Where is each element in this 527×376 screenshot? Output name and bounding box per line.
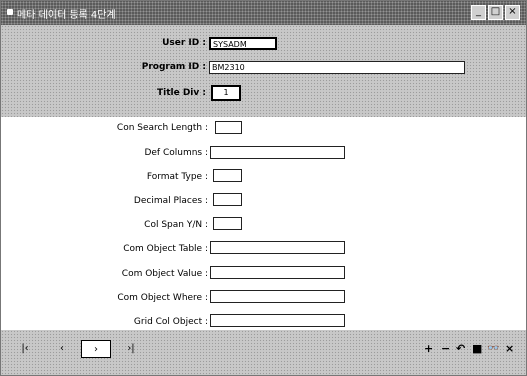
add-icon[interactable]: + [424, 342, 433, 356]
decimal-places-label: Decimal Places : [133, 196, 208, 206]
col-span-label: Col Span Y/N : [144, 220, 208, 230]
find-icon[interactable]: 👓 [487, 342, 499, 356]
com-object-where-label: Com Object Where : [117, 293, 208, 303]
grid-col-object-label: Grid Col Object : [133, 317, 208, 327]
save-icon[interactable]: ■ [472, 342, 482, 356]
com-object-value-label: Com Object Value : [121, 269, 208, 279]
con-search-length-label: Con Search Length : [116, 123, 208, 133]
com-object-table-field[interactable] [210, 241, 345, 254]
prev-record-button[interactable]: ‹ [55, 340, 69, 358]
title-div-label: Title Div : [156, 88, 206, 98]
header-panel: User ID : SYSADM Program ID : BM2310 Tit… [1, 25, 526, 117]
def-columns-label: Def Columns : [144, 148, 208, 158]
user-id-label: User ID : [162, 38, 206, 48]
format-type-label: Format Type : [146, 172, 208, 182]
title-bar[interactable]: 메타 데이터 등록 4단계 _ □ × [1, 1, 526, 25]
window-title: 메타 데이터 등록 4단계 [17, 10, 116, 21]
com-object-value-field[interactable] [210, 266, 345, 279]
close-icon[interactable]: × [505, 342, 514, 356]
user-id-field[interactable]: SYSADM [209, 37, 277, 50]
undo-icon[interactable]: ↶ [456, 342, 465, 356]
col-span-field[interactable] [213, 217, 242, 230]
maximize-button[interactable]: □ [488, 5, 503, 20]
com-object-table-label: Com Object Table : [123, 244, 208, 254]
minimize-button[interactable]: _ [471, 5, 486, 20]
grid-col-object-field[interactable] [210, 314, 345, 327]
com-object-where-field[interactable] [210, 290, 345, 303]
remove-icon[interactable]: − [441, 342, 450, 356]
last-record-button[interactable]: ›| [123, 340, 139, 358]
first-record-button[interactable]: |‹ [17, 340, 33, 358]
program-id-label: Program ID : [141, 62, 206, 72]
next-record-button[interactable]: › [81, 340, 111, 358]
close-window-button[interactable]: × [505, 5, 520, 20]
title-div-field[interactable]: 1 [211, 85, 241, 101]
decimal-places-field[interactable] [213, 193, 242, 206]
footer-toolbar: |‹ ‹ › ›| + − ↶ ■ 👓 × [1, 330, 526, 375]
format-type-field[interactable] [213, 169, 242, 182]
app-window: 메타 데이터 등록 4단계 _ □ × User ID : SYSADM Pro… [0, 0, 527, 376]
app-icon [7, 9, 13, 15]
con-search-length-field[interactable] [215, 121, 242, 134]
program-id-field[interactable]: BM2310 [209, 61, 465, 74]
def-columns-field[interactable] [210, 146, 345, 159]
